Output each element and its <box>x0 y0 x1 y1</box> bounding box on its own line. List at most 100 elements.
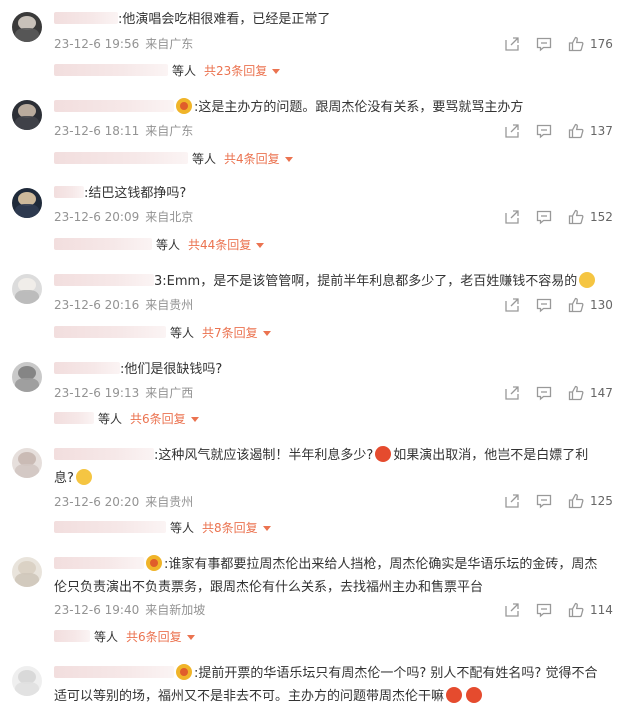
comment-time: 23-12-6 19:40 <box>54 603 140 617</box>
share-icon[interactable] <box>504 493 520 509</box>
like-count: 137 <box>590 124 613 138</box>
thumbs-up-icon[interactable] <box>568 602 584 618</box>
comment-meta: 23-12-6 19:56 来自广东 <box>54 36 193 52</box>
share-icon[interactable] <box>504 123 520 139</box>
blurred-username[interactable] <box>54 12 118 24</box>
like-count: 147 <box>590 386 613 400</box>
blurred-username[interactable] <box>54 666 174 678</box>
emoji-icon <box>375 446 392 462</box>
comment-meta: 23-12-6 20:16 来自贵州 <box>54 297 193 313</box>
share-icon[interactable] <box>504 385 520 401</box>
avatar[interactable] <box>12 188 42 218</box>
triangle-down-icon[interactable] <box>190 417 199 422</box>
comment-actions: 176 <box>502 35 620 53</box>
reply-users-suffix: 等人 <box>192 152 217 166</box>
comment-icon[interactable] <box>536 385 552 401</box>
blurred-username[interactable] <box>54 186 84 198</box>
triangle-down-icon[interactable] <box>262 526 271 531</box>
comment-text: :这是主办方的问题。跟周杰伦没有关系，要骂就骂主办方 <box>54 96 614 119</box>
thumbs-up-icon[interactable] <box>568 493 584 509</box>
avatar[interactable] <box>12 12 42 42</box>
reply-count-link[interactable]: 共4条回复 <box>224 152 280 166</box>
avatar[interactable] <box>12 100 42 130</box>
blurred-username[interactable] <box>54 362 120 374</box>
thumbs-up-icon[interactable] <box>568 123 584 139</box>
comment-body: :提前开票的华语乐坛只有周杰伦一个吗? 别人不配有姓名吗? 觉得不合 <box>194 666 598 681</box>
triangle-down-icon[interactable] <box>256 243 265 248</box>
comment-body: :他们是很缺钱吗? <box>120 362 223 377</box>
blurred-username[interactable] <box>54 100 174 112</box>
reply-summary[interactable]: 等人 共6条回复 <box>54 628 195 646</box>
reply-users-suffix: 等人 <box>172 64 197 78</box>
share-icon[interactable] <box>504 209 520 225</box>
like-count: 125 <box>590 494 613 508</box>
comment-time: 23-12-6 20:20 <box>54 495 140 509</box>
comment-icon[interactable] <box>536 36 552 52</box>
reply-count-link[interactable]: 共6条回复 <box>130 412 186 426</box>
comment-icon[interactable] <box>536 493 552 509</box>
reply-summary[interactable]: 等人 共7条回复 <box>54 324 271 342</box>
reply-count-link[interactable]: 共44条回复 <box>188 238 251 252</box>
like-count: 114 <box>590 603 613 617</box>
share-icon[interactable] <box>504 297 520 313</box>
comment-icon[interactable] <box>536 602 552 618</box>
avatar[interactable] <box>12 666 42 696</box>
comment-text: :他演唱会吃相很难看，已经是正常了 <box>54 8 614 31</box>
like-count: 176 <box>590 37 613 51</box>
thumbs-up-icon[interactable] <box>568 209 584 225</box>
comment-icon[interactable] <box>536 209 552 225</box>
comment-body: 伦只负责演出不负责票务，跟周杰伦有什么关系，去找福州主办和售票平台 <box>54 580 484 595</box>
emoji-icon <box>579 272 596 288</box>
avatar[interactable] <box>12 274 42 304</box>
avatar[interactable] <box>12 362 42 392</box>
thumbs-up-icon[interactable] <box>568 297 584 313</box>
blurred-reply-users <box>54 521 166 533</box>
comment-actions: 152 <box>502 208 620 226</box>
triangle-down-icon[interactable] <box>262 331 271 336</box>
comment-location: 来自北京 <box>145 210 194 224</box>
like-count: 130 <box>590 298 613 312</box>
comment-meta: 23-12-6 20:09 来自北京 <box>54 209 193 225</box>
reply-summary[interactable]: 等人 共23条回复 <box>54 62 281 80</box>
share-icon[interactable] <box>504 36 520 52</box>
comment-time: 23-12-6 20:16 <box>54 298 140 312</box>
blurred-username[interactable] <box>54 274 154 286</box>
avatar[interactable] <box>12 448 42 478</box>
blurred-username[interactable] <box>54 448 154 460</box>
comment-body: :这是主办方的问题。跟周杰伦没有关系，要骂就骂主办方 <box>194 100 524 115</box>
comment-actions: 114 <box>502 601 620 619</box>
comment-time: 23-12-6 19:56 <box>54 37 140 51</box>
blurred-reply-users <box>54 64 168 76</box>
reply-users-suffix: 等人 <box>156 238 181 252</box>
reply-count-link[interactable]: 共7条回复 <box>202 326 258 340</box>
comment-time: 23-12-6 19:13 <box>54 386 140 400</box>
comment-body: :他演唱会吃相很难看，已经是正常了 <box>118 12 331 27</box>
reply-count-link[interactable]: 共8条回复 <box>202 521 258 535</box>
reply-summary[interactable]: 等人 共8条回复 <box>54 519 271 537</box>
reply-summary[interactable]: 等人 共6条回复 <box>54 410 199 428</box>
comment-body: 息? <box>54 471 74 486</box>
emoji-icon <box>446 687 463 703</box>
reply-summary[interactable]: 等人 共4条回复 <box>54 150 293 168</box>
blurred-reply-users <box>54 412 94 424</box>
thumbs-up-icon[interactable] <box>568 36 584 52</box>
comment-icon[interactable] <box>536 297 552 313</box>
share-icon[interactable] <box>504 602 520 618</box>
thumbs-up-icon[interactable] <box>568 385 584 401</box>
triangle-down-icon[interactable] <box>284 157 293 162</box>
comment-text: :这种风气就应该遏制！半年利息多少? 如果演出取消，他岂不是白嫖了利 息? <box>54 444 614 490</box>
reply-count-link[interactable]: 共23条回复 <box>204 64 267 78</box>
triangle-down-icon[interactable] <box>272 69 281 74</box>
comment-icon[interactable] <box>536 123 552 139</box>
triangle-down-icon[interactable] <box>186 635 195 640</box>
fan-badge-icon <box>176 664 192 680</box>
reply-count-link[interactable]: 共6条回复 <box>126 630 182 644</box>
avatar[interactable] <box>12 557 42 587</box>
reply-summary[interactable]: 等人 共44条回复 <box>54 236 265 254</box>
blurred-username[interactable] <box>54 557 144 569</box>
comment-body: :谁家有事都要拉周杰伦出来给人挡枪，周杰伦确实是华语乐坛的金砖，周杰 <box>164 557 598 572</box>
emoji-icon <box>75 469 92 485</box>
comment-actions: 147 <box>502 384 620 402</box>
comment-time: 23-12-6 18:11 <box>54 124 140 138</box>
comment-text: :提前开票的华语乐坛只有周杰伦一个吗? 别人不配有姓名吗? 觉得不合 适可以等别的… <box>54 662 614 708</box>
